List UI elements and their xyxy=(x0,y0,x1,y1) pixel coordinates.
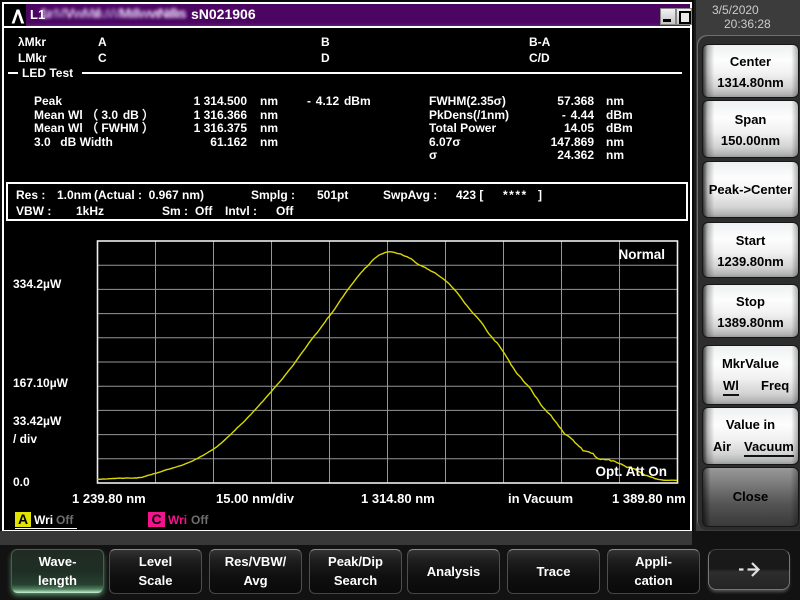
svg-text:Normal: Normal xyxy=(618,247,665,262)
svg-text:Opt. Att On: Opt. Att On xyxy=(596,464,667,479)
